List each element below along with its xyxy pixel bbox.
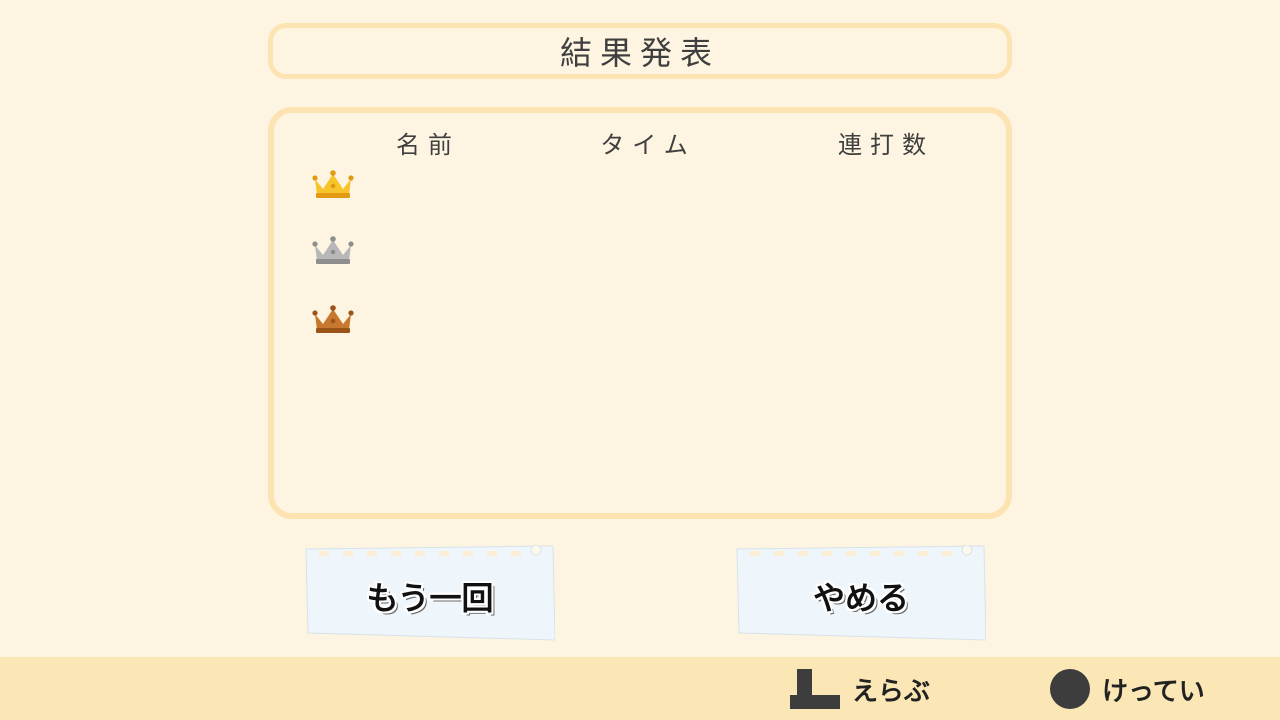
select-hint-label: えらぶ (852, 676, 931, 707)
column-header-name: 名前 (396, 131, 460, 159)
page-title: 結果発表 (559, 34, 720, 72)
circle-button-icon (1050, 669, 1090, 709)
controls-footer: えらぶ けってい (0, 657, 1280, 720)
retry-button-label: もう一回 (366, 579, 494, 617)
silver-crown-icon (312, 236, 354, 264)
gold-crown-icon (312, 170, 354, 198)
column-header-count: 連打数 (838, 131, 934, 159)
select-hint: えらぶ (790, 669, 930, 709)
confirm-hint: けってい (1050, 669, 1205, 709)
title-panel: 結果発表 (268, 23, 1012, 79)
quit-button[interactable]: やめる (736, 545, 986, 642)
column-header-time: タイム (600, 131, 696, 159)
quit-button-label: やめる (812, 579, 909, 617)
results-panel: 名前 タイム 連打数 (268, 107, 1012, 519)
confirm-hint-label: けってい (1102, 676, 1205, 707)
joystick-icon (790, 669, 840, 709)
bronze-crown-icon (312, 305, 354, 333)
retry-button[interactable]: もう一回 (305, 545, 555, 642)
